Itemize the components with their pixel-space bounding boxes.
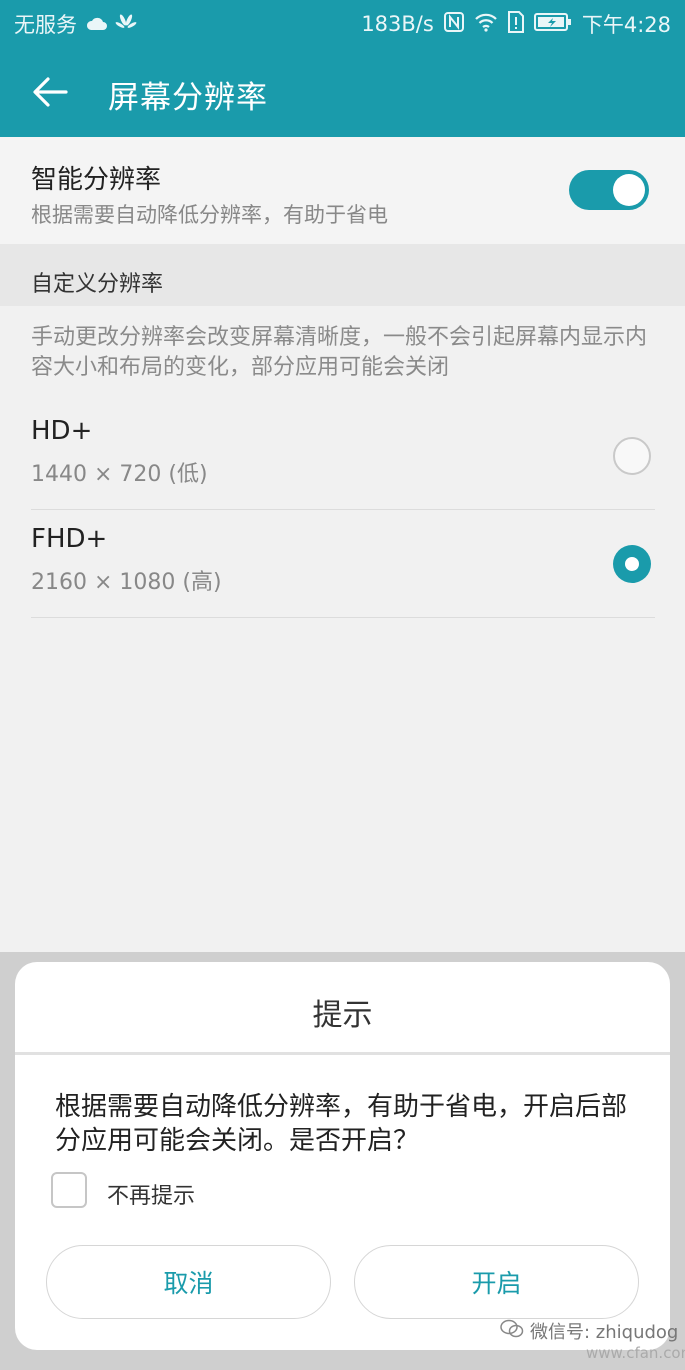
option-subtitle: 1440 × 720 (低)	[31, 462, 208, 487]
status-bar: 无服务 183B/s 下午4:28	[0, 0, 685, 48]
dialog-message: 根据需要自动降低分辨率，有助于省电，开启后部分应用可能会关闭。是否开启？	[55, 1092, 628, 1156]
carrier-text: 无服务	[14, 13, 77, 37]
network-speed-text: 183B/s	[361, 12, 434, 36]
page-title: 屏幕分辨率	[108, 79, 268, 116]
custom-resolution-description: 手动更改分辨率会改变屏幕清晰度，一般不会引起屏幕内显示内容大小和布局的变化，部分…	[31, 325, 648, 380]
dont-remind-label: 不再提示	[107, 1184, 196, 1209]
huawei-logo-icon	[115, 12, 137, 36]
resolution-option-fhd[interactable]: FHD+ 2160 × 1080 (高)	[31, 510, 655, 618]
radio-hd[interactable]	[613, 437, 651, 475]
title-bar: 屏幕分辨率	[0, 58, 685, 130]
option-subtitle: 2160 × 1080 (高)	[31, 570, 222, 595]
smart-resolution-toggle[interactable]	[569, 170, 649, 210]
enable-button[interactable]: 开启	[354, 1245, 639, 1319]
nfc-icon	[443, 11, 464, 37]
clock-text: 下午4:28	[581, 13, 671, 37]
watermark-text: 微信号: zhiqudog	[530, 1322, 679, 1343]
custom-resolution-header: 自定义分辨率	[0, 244, 685, 306]
wechat-icon	[500, 1319, 524, 1344]
cancel-button[interactable]: 取消	[46, 1245, 331, 1319]
toggle-knob	[613, 174, 645, 206]
screen: 无服务 183B/s 下午4:28 屏幕分辨率 智能分辨率 根据需要自动降低分辨…	[0, 0, 685, 1370]
sim-alert-icon	[507, 10, 524, 38]
prompt-dialog: 提示 根据需要自动降低分辨率，有助于省电，开启后部分应用可能会关闭。是否开启？ …	[15, 962, 670, 1350]
app-bar: 无服务 183B/s 下午4:28 屏幕分辨率	[0, 0, 685, 137]
watermark: 微信号: zhiqudog www.cfan.com.cn	[500, 1318, 685, 1362]
wifi-icon	[474, 12, 498, 37]
smart-resolution-title: 智能分辨率	[31, 165, 162, 195]
battery-charging-icon	[533, 12, 572, 37]
smart-resolution-subtitle: 根据需要自动降低分辨率，有助于省电	[31, 203, 388, 227]
resolution-option-hd[interactable]: HD+ 1440 × 720 (低)	[31, 402, 655, 510]
back-arrow-icon	[32, 76, 68, 112]
radio-fhd[interactable]	[613, 545, 651, 583]
dialog-title: 提示	[312, 998, 373, 1033]
option-title: FHD+	[31, 524, 108, 554]
dialog-divider	[15, 1052, 670, 1055]
back-button[interactable]	[0, 58, 100, 130]
watermark-site: www.cfan.com.cn	[586, 1344, 685, 1362]
dont-remind-checkbox[interactable]	[51, 1172, 87, 1208]
option-title: HD+	[31, 416, 93, 446]
section-header-label: 自定义分辨率	[31, 272, 164, 297]
cloud-icon	[85, 12, 107, 36]
